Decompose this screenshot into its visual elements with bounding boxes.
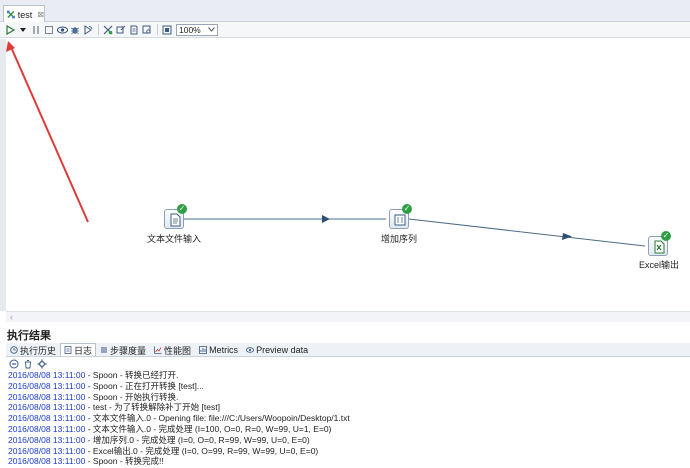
log-line: 2016/08/08 13:11:00 - Spoon - 转换已经打开. xyxy=(8,370,688,381)
zoom-value: 100% xyxy=(179,24,201,35)
log-line: 2016/08/08 13:11:00 - test - 为了转换解除补丁开始 … xyxy=(8,402,688,413)
log-icon xyxy=(64,346,72,354)
close-icon[interactable]: ⊠ xyxy=(37,10,44,19)
preview-data-icon xyxy=(246,347,255,353)
log-timestamp: 2016/08/08 13:11:00 xyxy=(8,423,86,434)
tab-label: 性能图 xyxy=(164,345,192,356)
log-timestamp: 2016/08/08 13:11:00 xyxy=(8,445,86,456)
log-timestamp: 2016/08/08 13:11:00 xyxy=(8,413,86,424)
tab-step-metrics[interactable]: 步骤度量 xyxy=(96,343,150,356)
tab-preview-data[interactable]: Preview data xyxy=(242,343,312,356)
success-check-icon: ✓ xyxy=(177,204,187,214)
log-message: - Spoon - 转换完成!! xyxy=(85,456,164,467)
tab-metrics[interactable]: Metrics xyxy=(195,343,242,356)
replay-icon[interactable] xyxy=(82,24,94,36)
tab-execution-history[interactable]: 执行历史 xyxy=(6,343,60,356)
log-timestamp: 2016/08/08 13:11:00 xyxy=(8,391,86,402)
verify-icon[interactable] xyxy=(102,24,114,36)
log-line: 2016/08/08 13:11:00 - Spoon - 开始执行转换. xyxy=(8,392,688,403)
log-message: - 增加序列.0 - 完成处理 (I=0, O=0, R=99, W=99, U… xyxy=(85,434,310,445)
hop-arrowhead xyxy=(562,233,572,240)
step-label: 增加序列 xyxy=(381,234,418,244)
transformation-toolbar: 100% xyxy=(0,22,690,38)
stop-icon[interactable] xyxy=(43,24,55,36)
log-message: - Excel输出.0 - 完成处理 (I=0, O=99, R=99, W=9… xyxy=(85,445,319,456)
log-line: 2016/08/08 13:11:00 - 增加序列.0 - 完成处理 (I=0… xyxy=(8,435,688,446)
editor-tab-strip: test ⊠ xyxy=(0,0,690,23)
log-timestamp: 2016/08/08 13:11:00 xyxy=(8,370,86,380)
debug-icon[interactable] xyxy=(69,24,81,36)
metrics-icon xyxy=(199,346,207,354)
transformation-canvas[interactable]: ✓ 文本文件输入 ✓ 增加序列 ✓ Excel输出 xyxy=(0,39,690,311)
log-message: - 文本文件输入.0 - Opening file: file:///C:/Us… xyxy=(85,413,350,424)
sql-icon[interactable] xyxy=(128,24,140,36)
results-title: 执行结果 xyxy=(7,330,51,342)
success-check-icon: ✓ xyxy=(402,204,412,214)
tab-label: Preview data xyxy=(256,345,309,355)
log-line: 2016/08/08 13:11:00 - 文本文件输入.0 - Opening… xyxy=(8,413,688,424)
run-icon[interactable] xyxy=(4,24,16,36)
explore-db-icon[interactable] xyxy=(141,24,153,36)
tab-test[interactable]: test ⊠ xyxy=(3,5,45,23)
log-toolbar xyxy=(6,358,690,370)
chevron-down-icon xyxy=(208,27,215,32)
step-add-sequence[interactable]: ✓ xyxy=(389,204,412,231)
pause-icon[interactable] xyxy=(30,24,42,36)
hop-arrowhead xyxy=(322,215,330,223)
history-icon xyxy=(10,346,18,354)
scroll-left-icon[interactable]: ‹ xyxy=(10,312,13,322)
preview-icon[interactable] xyxy=(56,24,68,36)
stop-log-icon[interactable] xyxy=(9,359,19,369)
log-message: - test - 为了转换解除补丁开始 [test] xyxy=(85,402,220,413)
show-results-icon[interactable] xyxy=(161,24,173,36)
hop-layer xyxy=(6,41,646,247)
zoom-select[interactable]: 100% xyxy=(176,23,218,36)
tab-label: Metrics xyxy=(209,345,239,355)
log-message: - Spoon - 正在打开转换 [test]... xyxy=(85,380,204,391)
step-metrics-icon xyxy=(101,347,108,353)
step-excel-output[interactable]: ✓ xyxy=(648,231,671,258)
results-tab-strip: 执行历史 日志 步骤度量 性能图 Metrics Preview data xyxy=(6,343,690,357)
success-check-icon: ✓ xyxy=(661,231,671,241)
step-label: 文本文件输入 xyxy=(147,234,202,244)
log-timestamp: 2016/08/08 13:11:00 xyxy=(8,402,86,413)
log-message: - Spoon - 开始执行转换. xyxy=(85,391,179,402)
log-output[interactable]: 2016/08/08 13:11:00 - Spoon - 转换已经打开. 201… xyxy=(8,370,688,468)
tab-log[interactable]: 日志 xyxy=(60,343,97,356)
toolbar-separator xyxy=(98,24,99,35)
log-line: 2016/08/08 13:11:00 - 文本文件输入.0 - 完成处理 (I… xyxy=(8,424,688,435)
performance-graph-icon xyxy=(154,346,162,354)
tab-label: test xyxy=(17,9,33,20)
tab-performance-graph[interactable]: 性能图 xyxy=(150,343,195,356)
log-message: - 文本文件输入.0 - 完成处理 (I=100, O=0, R=0, W=99… xyxy=(85,423,332,434)
toolbar-separator xyxy=(157,24,158,35)
canvas-horizontal-scrollbar[interactable]: ‹ xyxy=(6,311,690,322)
transformation-icon xyxy=(7,10,15,19)
log-line: 2016/08/08 13:11:00 - Spoon - 正在打开转换 [te… xyxy=(8,381,688,392)
hop-line[interactable] xyxy=(408,218,646,247)
step-text-file-input[interactable]: ✓ xyxy=(164,204,187,231)
log-timestamp: 2016/08/08 13:11:00 xyxy=(8,456,86,467)
annotation-arrow xyxy=(10,46,89,223)
log-line: 2016/08/08 13:11:00 - Spoon - 转换完成!! xyxy=(8,456,688,467)
annotation-arrowhead xyxy=(6,41,15,52)
clear-log-icon[interactable] xyxy=(23,359,33,369)
run-dropdown-icon[interactable] xyxy=(17,24,29,36)
impact-icon[interactable] xyxy=(115,24,127,36)
tab-label: 步骤度量 xyxy=(110,345,147,356)
log-timestamp: 2016/08/08 13:11:00 xyxy=(8,380,86,391)
log-message: - Spoon - 转换已经打开. xyxy=(85,370,179,380)
log-settings-icon[interactable] xyxy=(37,359,47,369)
log-line: 2016/08/08 13:11:00 - Excel输出.0 - 完成处理 (… xyxy=(8,446,688,457)
tab-label: 日志 xyxy=(74,345,93,356)
tab-label: 执行历史 xyxy=(20,345,57,356)
step-label: Excel输出 xyxy=(639,260,680,270)
log-timestamp: 2016/08/08 13:11:00 xyxy=(8,434,86,445)
